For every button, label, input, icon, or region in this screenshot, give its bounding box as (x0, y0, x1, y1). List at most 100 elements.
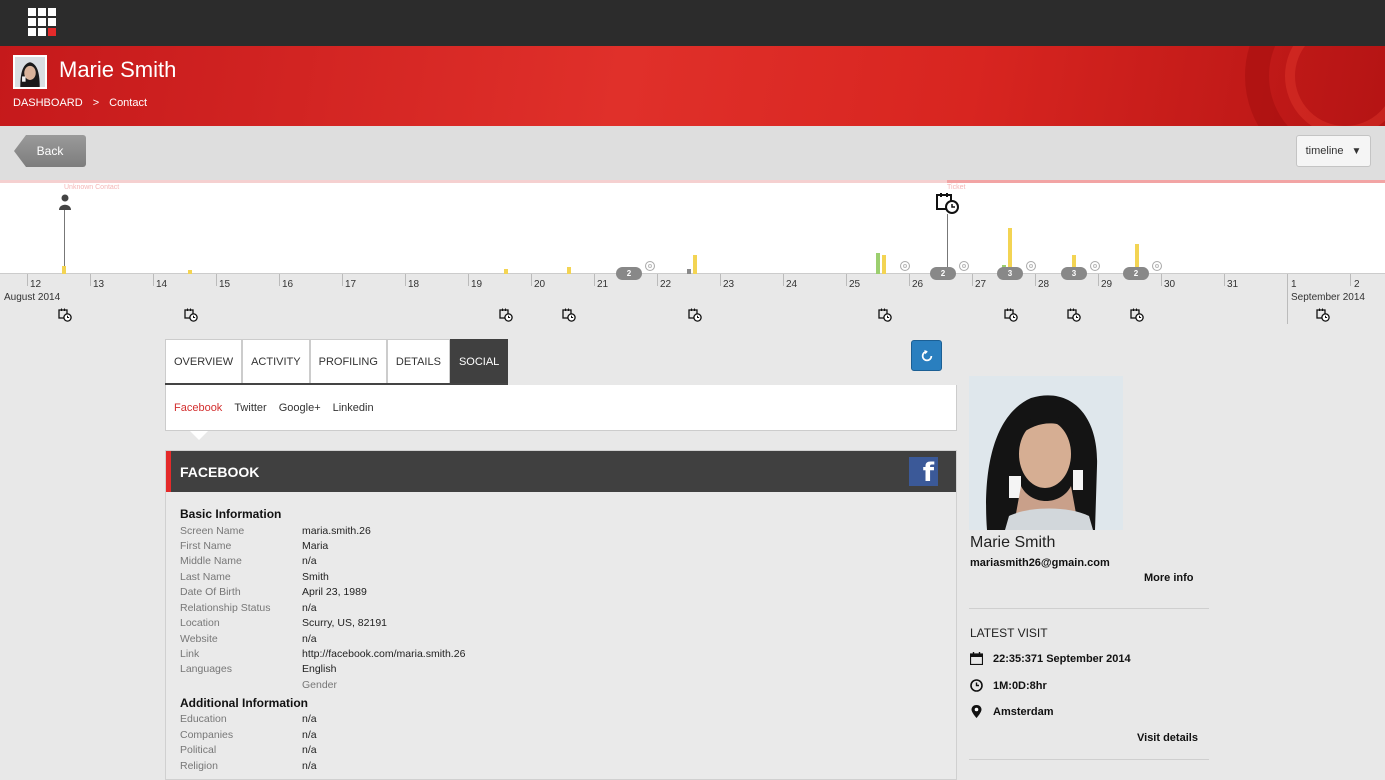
timeline-day-label: 17 (345, 279, 357, 290)
field-value: n/a (302, 713, 317, 725)
calendar-clock-icon[interactable] (688, 308, 702, 322)
field-value: n/a (302, 602, 317, 614)
subtab-facebook[interactable]: Facebook (174, 402, 222, 414)
field-value[interactable]: http://facebook.com/maria.smith.26 (302, 648, 465, 660)
timeline-bar (62, 266, 66, 274)
calendar-clock-icon[interactable] (878, 308, 892, 322)
tab-profiling[interactable]: PROFILING (309, 339, 387, 383)
main-tabs: OVERVIEW ACTIVITY PROFILING DETAILS SOCI… (165, 339, 509, 385)
calendar-clock-icon[interactable] (184, 308, 198, 322)
timeline-tick (90, 274, 91, 286)
timeline-tick (342, 274, 343, 286)
view-select[interactable]: timeline ▼ (1296, 135, 1371, 167)
field-value: English (302, 663, 337, 675)
timeline-day-label: 14 (156, 279, 168, 290)
section-title: Basic Information (180, 507, 282, 521)
breadcrumb-dashboard[interactable]: DASHBOARD (13, 97, 83, 109)
field-label: Screen Name (180, 525, 245, 537)
field-label: Religion (180, 760, 218, 772)
apps-grid-icon[interactable] (28, 8, 56, 36)
calendar-clock-icon[interactable] (1067, 308, 1081, 322)
tab-activity[interactable]: ACTIVITY (242, 339, 310, 383)
calendar-clock-icon[interactable] (562, 308, 576, 322)
refresh-icon (921, 349, 932, 361)
page-title: Marie Smith (59, 57, 177, 82)
breadcrumb: DASHBOARD > Contact (13, 97, 147, 109)
view-select-value: timeline (1305, 145, 1344, 157)
section-title: Additional Information (180, 696, 308, 710)
tab-details[interactable]: DETAILS (386, 339, 450, 383)
field-label: Link (180, 648, 200, 660)
field-value: n/a (302, 633, 317, 645)
person-icon[interactable] (59, 194, 71, 210)
visit-location: Amsterdam (993, 705, 1054, 718)
more-info-link[interactable]: More info (1144, 572, 1194, 584)
tab-overview[interactable]: OVERVIEW (165, 339, 243, 383)
timeline-count-badge[interactable]: 3 (1061, 267, 1087, 280)
visit-details-link[interactable]: Visit details (1137, 732, 1198, 744)
timeline-bar (687, 269, 691, 274)
timeline-tick (720, 274, 721, 286)
refresh-button[interactable] (911, 340, 942, 371)
target-icon (1090, 261, 1100, 271)
timeline-tick (657, 274, 658, 286)
timeline-count-badge[interactable]: 3 (997, 267, 1023, 280)
field-value: n/a (302, 555, 317, 567)
profile-email: mariasmith26@gmain.com (970, 557, 1110, 569)
avatar (13, 55, 47, 89)
calendar-clock-icon[interactable] (1004, 308, 1018, 322)
timeline-count-badge[interactable]: 2 (1123, 267, 1149, 280)
timeline-day-label: 31 (1227, 279, 1239, 290)
visit-datetime: 22:35:371 September 2014 (993, 652, 1131, 665)
back-button[interactable]: Back (14, 135, 86, 167)
header-decoration (1285, 46, 1385, 126)
timeline-tick (972, 274, 973, 286)
timeline-count-badge[interactable]: 2 (930, 267, 956, 280)
timeline-marker-line (64, 210, 65, 274)
timeline-day-label: 16 (282, 279, 294, 290)
subtab-linkedin[interactable]: Linkedin (333, 402, 374, 414)
visit-location-row: Amsterdam (970, 705, 1054, 718)
timeline-day-label: 1 (1291, 279, 1297, 290)
field-label: Middle Name (180, 555, 242, 567)
timeline-chart[interactable]: Unknown Contact Ticket 2 2 3 3 2 (0, 180, 1385, 280)
tab-social[interactable]: SOCIAL (449, 339, 509, 383)
panel-title: FACEBOOK (180, 463, 260, 480)
subtab-pointer (190, 431, 208, 440)
timeline-tick (909, 274, 910, 286)
subtab-twitter[interactable]: Twitter (234, 402, 266, 414)
toolbar: Back timeline ▼ (0, 126, 1385, 180)
field-value: Maria (302, 540, 329, 552)
timeline-day-label: 13 (93, 279, 105, 290)
subtab-googleplus[interactable]: Google+ (279, 402, 321, 414)
field-value: Gender (302, 679, 338, 691)
timeline-bar (876, 253, 880, 274)
target-icon (1152, 261, 1162, 271)
field-value: Smith (302, 571, 329, 583)
timeline-day-label: 27 (975, 279, 987, 290)
field-label: Relationship Status (180, 602, 271, 614)
timeline-day-label: 19 (471, 279, 483, 290)
timeline-day-label: 28 (1038, 279, 1050, 290)
timeline-bar (693, 255, 697, 274)
target-icon (1026, 261, 1036, 271)
caret-down-icon: ▼ (1351, 145, 1362, 157)
timeline-tick (531, 274, 532, 286)
calendar-clock-icon[interactable] (1316, 308, 1330, 322)
clock-icon (970, 679, 983, 692)
target-icon (900, 261, 910, 271)
timeline-day-label: 30 (1164, 279, 1176, 290)
calendar-clock-icon[interactable] (936, 192, 960, 214)
timeline-tick (27, 274, 28, 286)
target-icon (645, 261, 655, 271)
calendar-clock-icon[interactable] (58, 308, 72, 322)
field-label: Location (180, 617, 220, 629)
field-label: Languages (180, 663, 232, 675)
timeline-tick (846, 274, 847, 286)
calendar-clock-icon[interactable] (499, 308, 513, 322)
timeline-count-badge[interactable]: 2 (616, 267, 642, 280)
field-label: Last Name (180, 571, 231, 583)
calendar-clock-icon[interactable] (1130, 308, 1144, 322)
timeline-tick (594, 274, 595, 286)
timeline-day-label: 15 (219, 279, 231, 290)
